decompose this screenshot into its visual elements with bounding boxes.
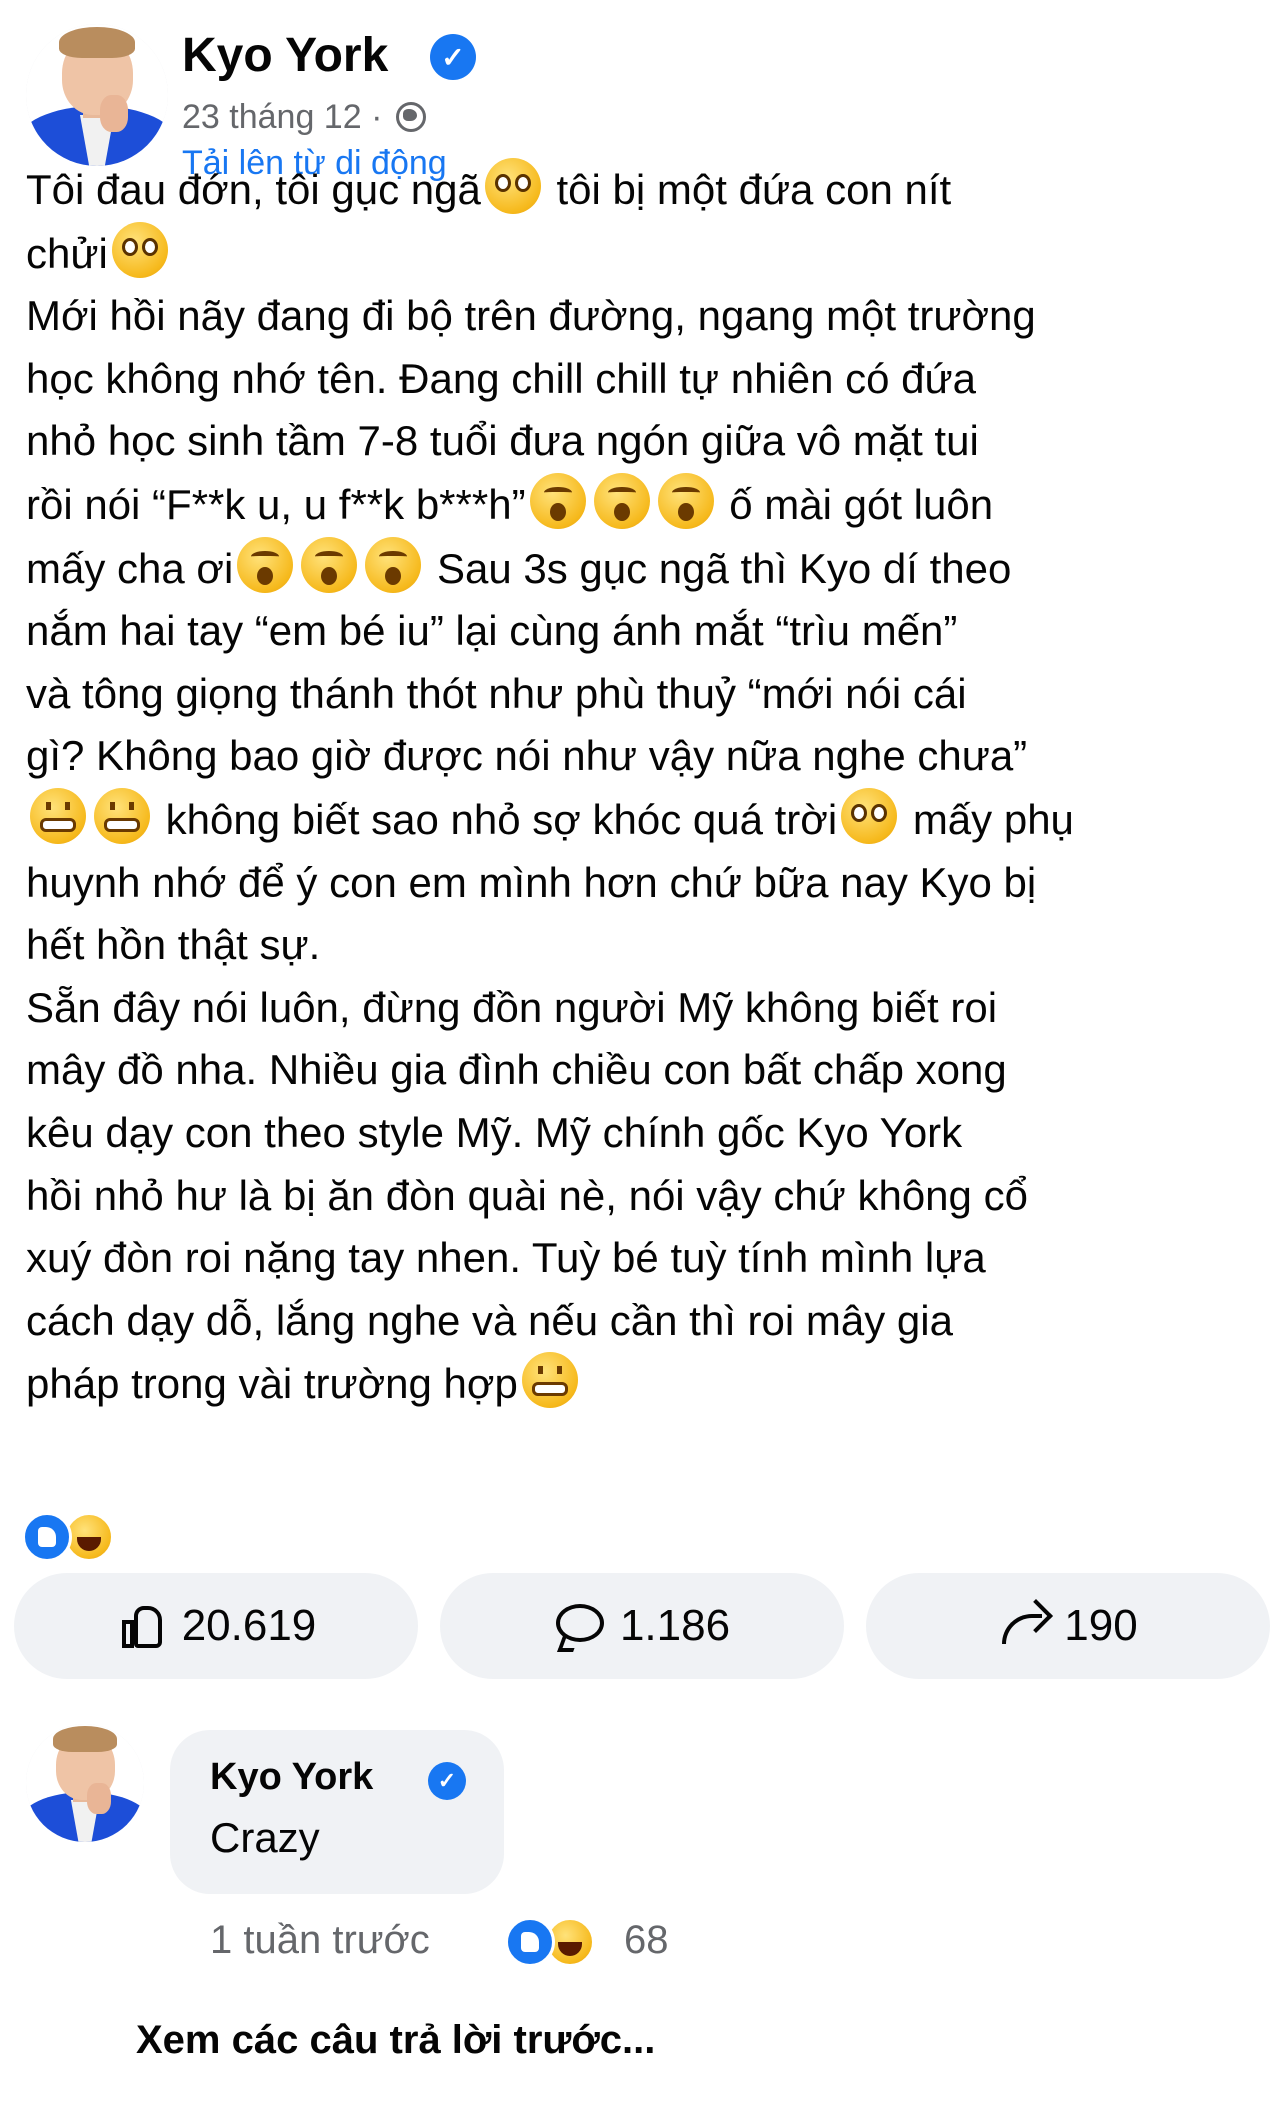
- post-text-segment: không biết sao nhỏ sợ khóc quá trời: [154, 795, 838, 843]
- post-text-segment: xuý đòn roi nặng tay nhen. Tuỳ bé tuỳ tí…: [26, 1234, 986, 1282]
- comment-icon: [554, 1600, 606, 1652]
- post-text-segment: cách dạy dỗ, lắng nghe và nếu cần thì ro…: [26, 1296, 953, 1344]
- post-text-segment: tôi bị một đứa con nít: [544, 166, 952, 213]
- post-line: nhỏ học sinh tầm 7-8 tuổi đưa ngón giữa …: [26, 410, 1266, 473]
- pleading-emoji-icon: [484, 158, 541, 214]
- post-line: huynh nhớ để ý con em mình hơn chứ bữa n…: [26, 852, 1266, 915]
- post-line: chửi: [26, 221, 1266, 286]
- post-line: không biết sao nhỏ sợ khóc quá trời mấy …: [26, 787, 1266, 852]
- post-text-segment: pháp trong vài trường hợp: [26, 1360, 518, 1408]
- post-line: Sẵn đây nói luôn, đừng đồn người Mỹ khôn…: [26, 977, 1266, 1040]
- post-text-segment: kêu dạy con theo style Mỹ. Mỹ chính gốc …: [26, 1108, 963, 1156]
- pleading-emoji-icon: [841, 787, 898, 844]
- verified-badge-icon: ✓: [430, 34, 476, 80]
- hushed-emoji-icon: [301, 536, 358, 593]
- reaction-summary[interactable]: [22, 1512, 132, 1564]
- grimace-emoji-icon: [30, 787, 86, 844]
- post-line: mấy cha ơi Sau 3s gục ngã thì Kyo dí the…: [26, 536, 1266, 601]
- post-line: hồi nhỏ hư là bị ăn đòn quài nè, nói vậy…: [26, 1165, 1266, 1228]
- post-line: gì? Không bao giờ được nói như vậy nữa n…: [26, 725, 1266, 788]
- post-text-segment: chửi: [26, 229, 108, 277]
- post-text-segment: nắm hai tay “em bé iu” lại cùng ánh mắt …: [26, 607, 958, 655]
- like-icon: [22, 1512, 72, 1562]
- post-text-segment: gì? Không bao giờ được nói như vậy nữa n…: [26, 732, 1028, 780]
- comment-bubble: Kyo York ✓ Crazy: [170, 1730, 504, 1894]
- author-name[interactable]: Kyo York: [182, 28, 388, 83]
- post-line: rồi nói “F**k u, u f**k b***h” ố mài gót…: [26, 472, 1266, 537]
- comment-reaction-count: 68: [624, 1918, 669, 1962]
- comment-author[interactable]: Kyo York: [210, 1756, 373, 1799]
- pleading-emoji-icon: [111, 221, 168, 278]
- hushed-emoji-icon: [657, 472, 714, 529]
- post-text-segment: rồi nói “F**k u, u f**k b***h”: [26, 480, 526, 528]
- comment-time[interactable]: 1 tuần trước: [210, 1918, 430, 1963]
- post-text-segment: mấy cha ơi: [26, 544, 234, 592]
- post-text-segment: mây đồ nha. Nhiều gia đình chiều con bất…: [26, 1046, 1007, 1094]
- post-line: Mới hồi nãy đang đi bộ trên đường, ngang…: [26, 285, 1266, 348]
- verified-badge-icon: ✓: [428, 1762, 466, 1800]
- post-line: nắm hai tay “em bé iu” lại cùng ánh mắt …: [26, 600, 1266, 663]
- post-body: Tôi đau đớn, tôi gục ngã tôi bị một đứa …: [26, 158, 1266, 1416]
- comment-button[interactable]: 1.186: [440, 1573, 844, 1679]
- view-previous-replies-link[interactable]: Xem các câu trả lời trước...: [136, 2018, 655, 2063]
- post-line: Tôi đau đớn, tôi gục ngã tôi bị một đứa …: [26, 158, 1266, 222]
- comment-reactions[interactable]: [505, 1917, 605, 1969]
- post-text-segment: học không nhớ tên. Đang chill chill tự n…: [26, 354, 977, 402]
- post-text-segment: Sau 3s gục ngã thì Kyo dí theo: [425, 544, 1012, 592]
- post-line: và tông giọng thánh thót như phù thuỷ “m…: [26, 663, 1266, 726]
- comment-count: 1.186: [619, 1601, 731, 1650]
- author-avatar[interactable]: [26, 24, 168, 166]
- post-meta: 23 tháng 12 ·: [182, 98, 426, 137]
- post-text-segment: hồi nhỏ hư là bị ăn đòn quài nè, nói vậy…: [26, 1171, 1028, 1219]
- post-line: học không nhớ tên. Đang chill chill tự n…: [26, 348, 1266, 411]
- like-button[interactable]: 20.619: [14, 1573, 418, 1679]
- share-icon: [998, 1600, 1050, 1652]
- post-text-segment: huynh nhớ để ý con em mình hơn chứ bữa n…: [26, 858, 1037, 906]
- globe-icon: [395, 102, 426, 132]
- post-timestamp[interactable]: 23 tháng 12: [182, 98, 362, 136]
- post-text-segment: mấy phụ: [901, 795, 1074, 843]
- hushed-emoji-icon: [365, 536, 422, 593]
- meta-separator: ·: [371, 98, 383, 136]
- post-text-segment: ố mài gót luôn: [717, 480, 994, 528]
- hushed-emoji-icon: [593, 472, 650, 529]
- share-count: 190: [1064, 1601, 1138, 1650]
- post-line: xuý đòn roi nặng tay nhen. Tuỳ bé tuỳ tí…: [26, 1227, 1266, 1290]
- share-button[interactable]: 190: [866, 1573, 1270, 1679]
- post-text-segment: Mới hồi nãy đang đi bộ trên đường, ngang…: [26, 292, 1036, 340]
- hushed-emoji-icon: [529, 472, 586, 529]
- post-text-segment: Tôi đau đớn, tôi gục ngã: [26, 166, 481, 213]
- post-line: mây đồ nha. Nhiều gia đình chiều con bất…: [26, 1039, 1266, 1102]
- post-line: pháp trong vài trường hợp: [26, 1352, 1266, 1416]
- post-text-segment: nhỏ học sinh tầm 7-8 tuổi đưa ngón giữa …: [26, 417, 979, 465]
- post-line: cách dạy dỗ, lắng nghe và nếu cần thì ro…: [26, 1290, 1266, 1353]
- post-line: hết hồn thật sự.: [26, 914, 1266, 977]
- like-count: 20.619: [181, 1601, 317, 1650]
- comment-text: Crazy: [210, 1814, 320, 1861]
- post-text-segment: hết hồn thật sự.: [26, 921, 321, 969]
- grimace-emoji-icon: [94, 787, 150, 844]
- post-text-segment: Sẵn đây nói luôn, đừng đồn người Mỹ khôn…: [26, 983, 998, 1031]
- grimace-emoji-icon: [521, 1352, 578, 1409]
- like-icon: [505, 1917, 555, 1967]
- hushed-emoji-icon: [237, 536, 294, 593]
- post-line: kêu dạy con theo style Mỹ. Mỹ chính gốc …: [26, 1102, 1266, 1165]
- post-text-segment: và tông giọng thánh thót như phù thuỷ “m…: [26, 669, 967, 717]
- comment-avatar[interactable]: [26, 1724, 144, 1842]
- thumbs-up-icon: [116, 1600, 168, 1652]
